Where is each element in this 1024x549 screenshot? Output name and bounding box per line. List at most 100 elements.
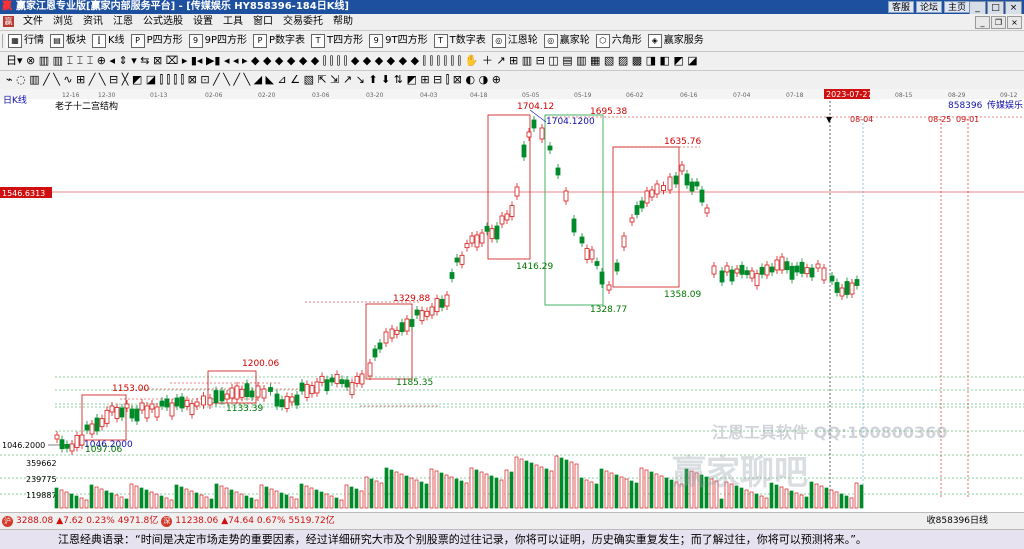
candle-body <box>499 215 505 225</box>
toolbar-button-6[interactable]: T T四方形 <box>311 33 363 49</box>
volume-bar <box>584 479 589 509</box>
candle-body <box>734 268 740 274</box>
toolbar-button-7[interactable]: 9 9T四方形 <box>369 33 428 49</box>
toolbar-button-label: 板块 <box>66 35 86 46</box>
toolbar-button-12[interactable]: ◈ 赢家服务 <box>647 33 704 49</box>
volume-bar <box>189 490 194 509</box>
volume-bar <box>554 455 559 509</box>
drawing-toolbar-2-icons[interactable]: ⌁ ◌ ▥ ╱ ╲ ∿ ⊞ ╱ ╲ ⊟ ╳ ◩ ◪ ⫿ ⫿ ⫿ ⫿ ⊠ ⊡ ╱ … <box>6 72 1016 88</box>
volume-bar <box>634 482 639 509</box>
volume-bar <box>239 493 244 509</box>
menu-info[interactable]: 资讯 <box>78 14 108 30</box>
future-date-label: 08-25 <box>928 115 951 124</box>
date-tick-label: 08-15 <box>895 92 913 99</box>
candle-body <box>815 263 821 269</box>
close-button[interactable]: × <box>1005 1 1022 15</box>
menu-app-icon[interactable]: 赢 <box>3 16 14 27</box>
kline-chart[interactable]: 12-16 12-30 01-13 02-06 02-20 03-06 03-20 04-03… <box>0 89 1024 512</box>
toolbar-button-4[interactable]: 9 9P四方形 <box>188 33 247 49</box>
volume-bar <box>109 492 114 509</box>
menu-formula-screener[interactable]: 公式选股 <box>138 14 188 30</box>
toolbar-button-3[interactable]: P P四方形 <box>130 33 183 49</box>
volume-bar <box>319 491 324 509</box>
volume-bar <box>144 489 149 509</box>
candle-body <box>119 407 125 418</box>
menu-settings[interactable]: 设置 <box>188 14 218 30</box>
date-tick-label: 03-20 <box>366 92 384 99</box>
toolbar-button-5[interactable]: P P数字表 <box>253 33 305 49</box>
mdi-restore-button[interactable]: ❐ <box>991 16 1006 29</box>
candle-body <box>314 381 320 394</box>
menu-help[interactable]: 帮助 <box>328 14 358 30</box>
mdi-close-button[interactable]: × <box>1007 16 1022 29</box>
today-marker-icon: ▼ <box>826 115 833 124</box>
volume-bar <box>94 486 99 509</box>
sh-index-pct: 0.23% <box>86 516 115 526</box>
candle-body <box>509 205 515 217</box>
toolbar-button-8[interactable]: T T数字表 <box>433 33 486 49</box>
volume-bar <box>664 477 669 509</box>
candle-body <box>189 403 195 416</box>
candle-body <box>719 270 725 283</box>
volume-bar <box>599 468 604 509</box>
sz-index-value: 11238.06 <box>175 516 219 526</box>
menu-tools[interactable]: 工具 <box>218 14 248 30</box>
candle-body <box>324 379 330 392</box>
forum-link[interactable]: 论坛 <box>915 1 942 13</box>
date-tick-label: 04-18 <box>470 92 488 99</box>
9p-square-icon: 9 <box>188 34 203 48</box>
volume-bar <box>284 494 289 509</box>
price-label: 1328.77 <box>590 305 627 315</box>
customer-service-link[interactable]: 客服 <box>887 1 914 13</box>
menu-gann[interactable]: 江恩 <box>108 14 138 30</box>
toolbar-grip[interactable] <box>2 34 7 48</box>
toolbar-button-1[interactable]: ▤ 板块 <box>50 33 86 49</box>
menu-browse[interactable]: 浏览 <box>48 14 78 30</box>
volume-bar <box>259 484 264 509</box>
menu-window[interactable]: 窗口 <box>248 14 278 30</box>
volume-bar <box>84 499 89 509</box>
maximize-button[interactable]: □ <box>987 1 1004 15</box>
price-label: 1185.35 <box>396 378 433 388</box>
status-bar: 沪 3288.08 ▲7.62 0.23% 4971.8亿 深 11238.06… <box>0 512 1024 529</box>
toolbar-button-label: 9T四方形 <box>385 35 428 46</box>
toolbar-button-0[interactable]: ▦ 行情 <box>8 33 44 49</box>
structure-label: 老子十二宫结构 <box>55 100 118 112</box>
mdi-minimize-button[interactable]: _ <box>975 16 990 29</box>
toolbar-button-9[interactable]: ◎ 江恩轮 <box>491 33 538 49</box>
volume-bar <box>484 473 489 509</box>
candle-body <box>367 362 373 377</box>
drawing-toolbar-1-icons[interactable]: 日▾ ⊗ ▥ ▥ ⌶ ⌶ ⌶ ⊕ ◂ ⇕ ▾ ⇆ ⊠ ⌧ ▸ ▮◂ ▶▮ ◂ ◂… <box>6 53 1016 69</box>
candle-body <box>699 189 705 203</box>
candle-body <box>419 310 425 322</box>
volume-bar <box>389 469 394 509</box>
minimize-button[interactable]: _ <box>969 1 986 15</box>
candle-body <box>839 287 845 297</box>
candle-body <box>359 373 365 385</box>
volume-bar <box>444 474 449 509</box>
toolbar-button-2[interactable]: ⫿ K线 <box>92 33 125 49</box>
homepage-link[interactable]: 主页 <box>943 1 970 13</box>
shanghai-index-icon[interactable]: 沪 <box>2 515 13 527</box>
candle-body <box>424 310 430 317</box>
toolbar-button-11[interactable]: ⬡ 六角形 <box>595 33 642 49</box>
toolbar-button-label: 9P四方形 <box>204 35 247 46</box>
shenzhen-index-icon[interactable]: 深 <box>161 515 173 527</box>
candle-body <box>794 265 800 273</box>
candle-body <box>159 400 165 407</box>
menu-file[interactable]: 文件 <box>18 14 48 30</box>
menu-trade[interactable]: 交易委托 <box>278 14 328 30</box>
candle-body <box>729 269 735 282</box>
date-tick-label: 03-06 <box>312 92 330 99</box>
volume-bar <box>409 477 414 509</box>
candle-body <box>429 306 435 316</box>
toolbar-button-10[interactable]: ◎ 赢家轮 <box>543 33 590 49</box>
candle-body <box>274 393 280 407</box>
toolbar-button-label: P数字表 <box>269 35 306 46</box>
volume-bar <box>394 471 399 509</box>
candle-body <box>634 205 640 215</box>
candle-body <box>344 379 350 388</box>
candle-body <box>409 319 415 327</box>
status-right-label: 收858396日线 <box>926 516 988 526</box>
candle-body <box>555 167 561 176</box>
